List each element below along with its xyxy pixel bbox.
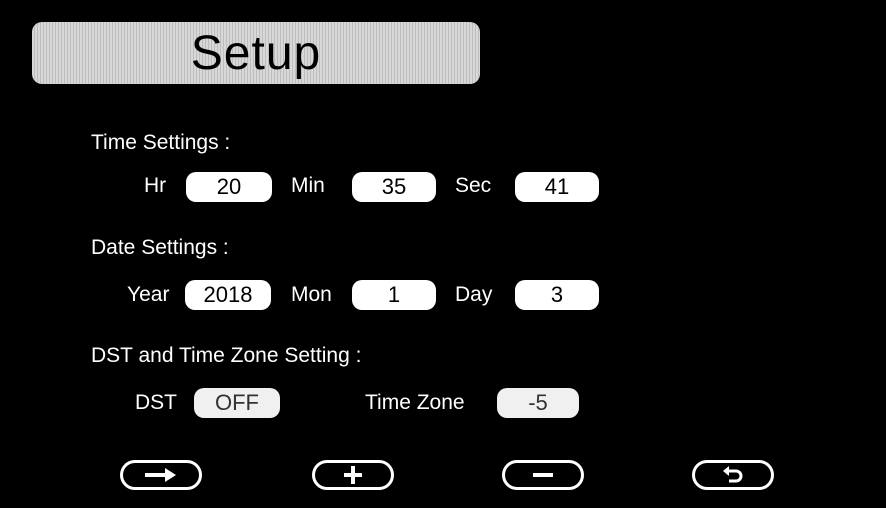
day-field[interactable]: 3 xyxy=(515,280,599,310)
mon-label: Mon xyxy=(291,283,332,306)
year-field[interactable]: 2018 xyxy=(185,280,271,310)
increment-button[interactable] xyxy=(312,460,394,490)
plus-icon xyxy=(344,466,362,484)
dst-field[interactable]: OFF xyxy=(194,388,280,418)
year-label: Year xyxy=(127,283,170,306)
sec-field[interactable]: 41 xyxy=(515,172,599,202)
time-settings-label: Time Settings : xyxy=(91,131,231,154)
setup-screen: Setup Time Settings : Hr 20 Min 35 Sec 4… xyxy=(8,8,882,504)
dst-settings-label: DST and Time Zone Setting : xyxy=(91,344,362,367)
hr-label: Hr xyxy=(144,174,167,197)
minus-icon xyxy=(533,473,553,477)
page-title: Setup xyxy=(190,27,322,80)
arrow-right-icon xyxy=(145,468,176,482)
time-zone-field[interactable]: -5 xyxy=(497,388,579,418)
mon-field[interactable]: 1 xyxy=(352,280,436,310)
day-label: Day xyxy=(455,283,493,306)
back-icon xyxy=(723,466,743,483)
min-label: Min xyxy=(291,174,325,197)
dst-label: DST xyxy=(135,391,177,414)
date-settings-label: Date Settings : xyxy=(91,236,229,259)
min-field[interactable]: 35 xyxy=(352,172,436,202)
time-zone-label: Time Zone xyxy=(365,391,465,414)
title-bar: Setup xyxy=(32,22,480,84)
sec-label: Sec xyxy=(455,174,492,197)
decrement-button[interactable] xyxy=(502,460,584,490)
hr-field[interactable]: 20 xyxy=(186,172,272,202)
back-button[interactable] xyxy=(692,460,774,490)
next-button[interactable] xyxy=(120,460,202,490)
